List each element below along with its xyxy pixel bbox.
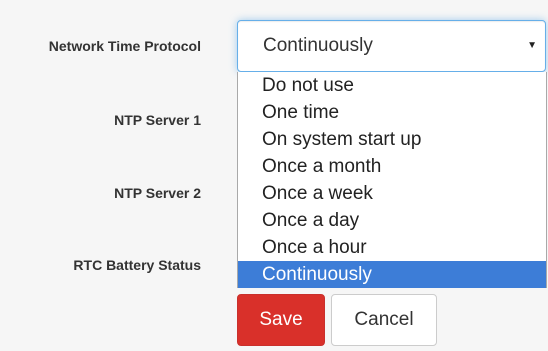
ntp-select[interactable]: Continuously ▼ <box>237 20 546 72</box>
cancel-button[interactable]: Cancel <box>331 294 437 346</box>
ntp-option[interactable]: Do not use <box>238 72 546 99</box>
ntp-server-1-label: NTP Server 1 <box>114 112 201 128</box>
ntp-option[interactable]: Once a week <box>238 180 546 207</box>
ntp-option[interactable]: Once a hour <box>238 234 546 261</box>
ntp-option[interactable]: Once a day <box>238 207 546 234</box>
ntp-option[interactable]: On system start up <box>238 126 546 153</box>
ntp-options-list: Do not use One time On system start up O… <box>237 72 547 288</box>
ntp-server-2-label: NTP Server 2 <box>114 185 201 201</box>
ntp-option-selected[interactable]: Continuously <box>238 261 546 288</box>
rtc-battery-status-label: RTC Battery Status <box>73 257 201 273</box>
save-button[interactable]: Save <box>237 294 325 346</box>
caret-down-icon: ▼ <box>527 40 537 51</box>
ntp-label: Network Time Protocol <box>48 38 201 54</box>
ntp-option[interactable]: Once a month <box>238 153 546 180</box>
ntp-option[interactable]: One time <box>238 99 546 126</box>
ntp-select-value: Continuously <box>263 35 373 56</box>
